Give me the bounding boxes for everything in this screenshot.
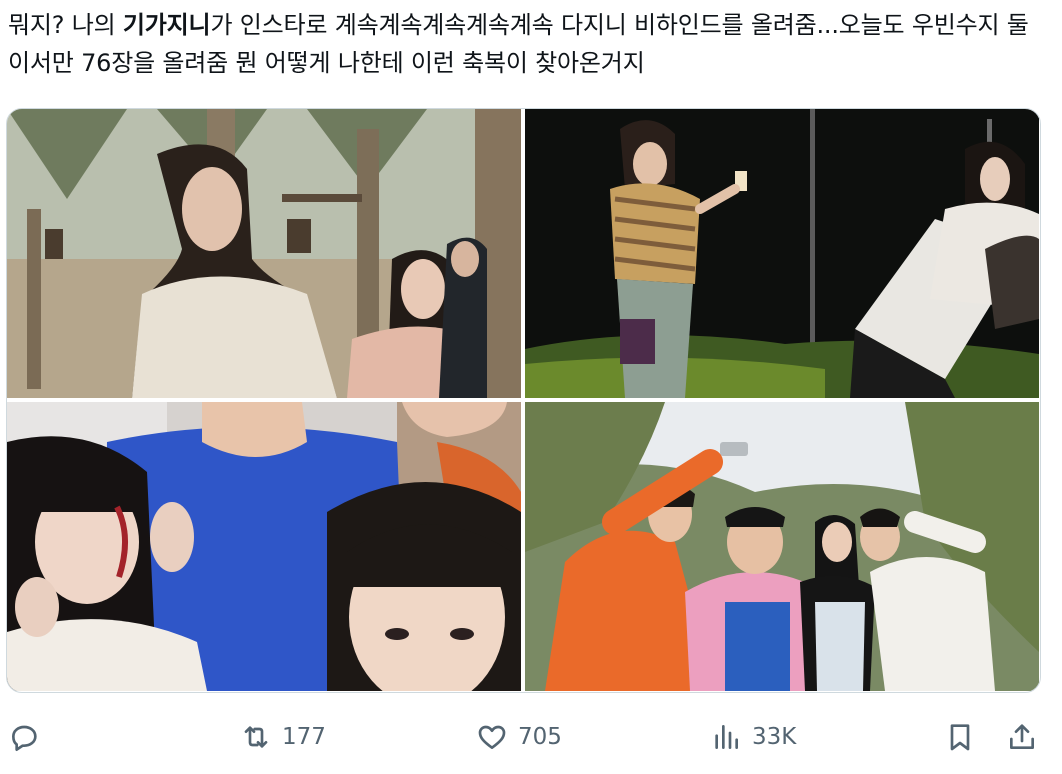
- media-image-2[interactable]: [525, 109, 1039, 398]
- retweet-icon: [244, 726, 268, 748]
- views-button[interactable]: 33K: [710, 712, 796, 762]
- views-count: 33K: [752, 724, 797, 750]
- retweet-count: 177: [282, 724, 326, 750]
- media-image-4[interactable]: [525, 402, 1039, 691]
- photo-palm-grove: [7, 109, 521, 398]
- photo-closeup-makeup: [7, 402, 521, 691]
- media-image-1[interactable]: [7, 109, 521, 398]
- tweet-text-part1: 뭐지? 나의: [8, 11, 123, 39]
- reply-icon: [11, 725, 37, 751]
- tweet-text-bold: 기가지니: [122, 11, 211, 39]
- share-icon: [1010, 724, 1034, 749]
- tweet-text: 뭐지? 나의 기가지니가 인스타로 계속계속계속계속계속 다지니 비하인드를 올…: [8, 6, 1048, 82]
- heart-icon: [478, 725, 506, 749]
- bookmark-icon: [950, 724, 970, 751]
- photo-group-selfie: [525, 402, 1039, 691]
- like-button[interactable]: 705: [476, 712, 562, 762]
- retweet-button[interactable]: 177: [240, 712, 326, 762]
- share-button[interactable]: [1006, 712, 1038, 762]
- bookmark-button[interactable]: [944, 712, 976, 762]
- media-image-3[interactable]: [7, 402, 521, 691]
- photo-night-set: [525, 109, 1039, 398]
- like-count: 705: [518, 724, 562, 750]
- views-icon: [715, 725, 738, 749]
- action-bar: 177 705 33K: [0, 712, 1062, 762]
- media-grid: [6, 108, 1041, 693]
- reply-button[interactable]: [8, 712, 40, 762]
